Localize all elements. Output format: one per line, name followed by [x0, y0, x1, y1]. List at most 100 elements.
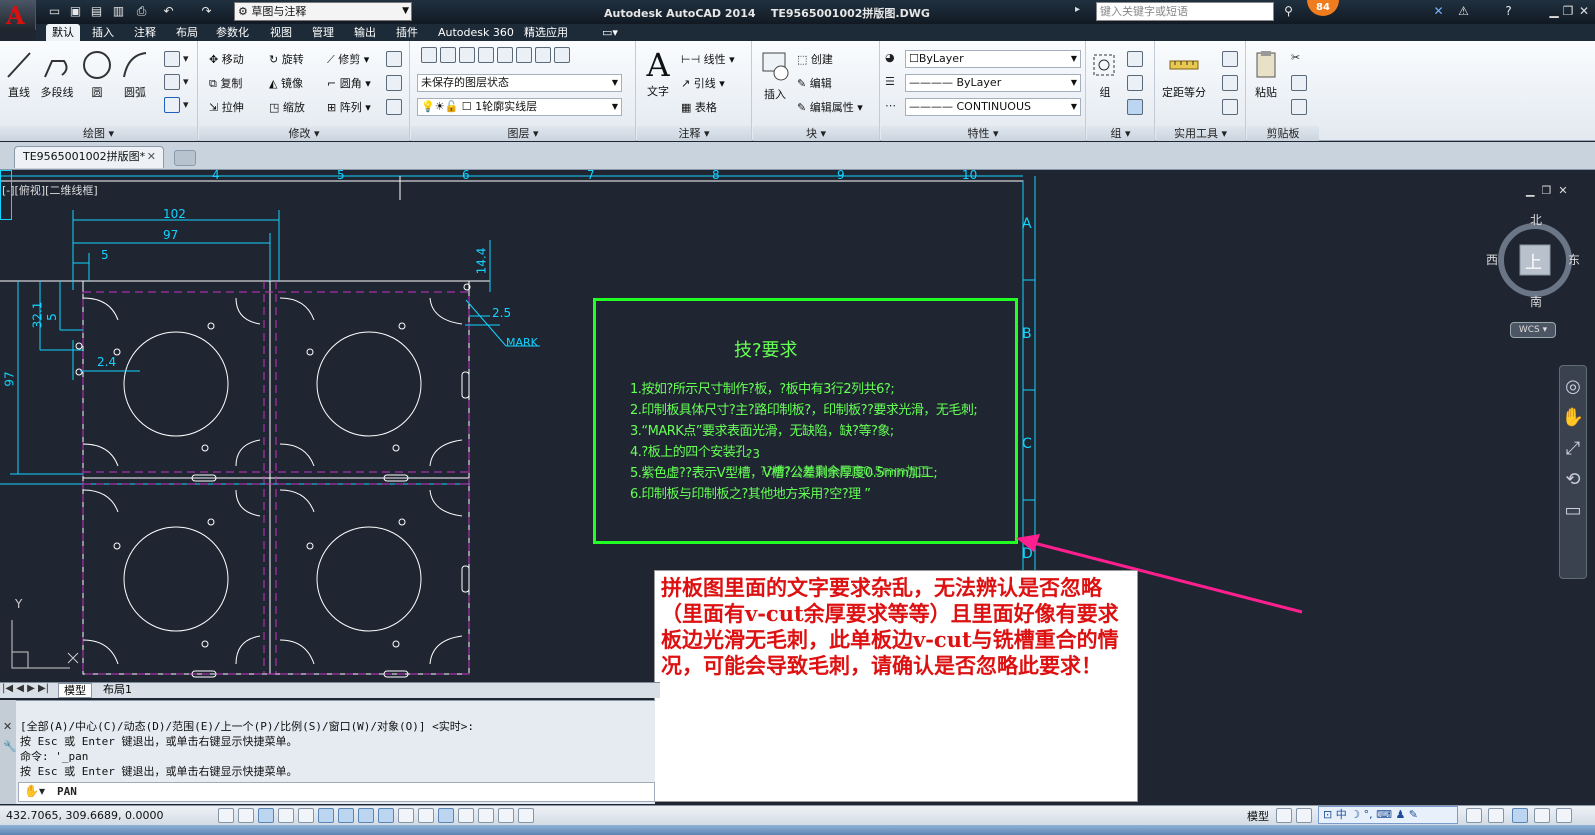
wcs-menu[interactable]: WCS ▾ [1510, 322, 1556, 338]
trim-button[interactable]: ⟋ 修剪 ▾ [327, 51, 369, 67]
tab-layout1[interactable]: 布局1 [98, 683, 137, 698]
viewport-minimize-icon[interactable]: ▁ [1526, 184, 1534, 197]
panel-groups-title[interactable]: 组 ▾ [1087, 126, 1154, 141]
open-file-icon[interactable]: ▣ [67, 3, 84, 20]
tab-view[interactable]: 视图 [264, 24, 298, 41]
explode-icon[interactable] [386, 75, 405, 91]
dynamic-input-icon[interactable] [398, 808, 414, 823]
ribbon-toggle-icon[interactable]: ▭▾ [596, 24, 624, 41]
ortho-mode-icon[interactable] [278, 808, 294, 823]
layer-match-icon[interactable] [516, 47, 532, 63]
plus-icon[interactable] [518, 808, 534, 823]
color-wheel-icon[interactable]: ◕ [885, 51, 895, 64]
lineweight-icon[interactable]: ☰ [885, 75, 895, 88]
erase-icon[interactable] [386, 51, 405, 67]
tab-plugins[interactable]: 插件 [390, 24, 424, 41]
command-window-grip[interactable]: ✕ 🔧 [0, 700, 17, 804]
stretch-button[interactable]: ⇲ 拉伸 [209, 99, 244, 115]
annotation-monitor-icon[interactable] [498, 808, 514, 823]
copy-button[interactable]: ⧉ 复制 [209, 75, 242, 91]
clean-screen-icon[interactable] [1556, 808, 1572, 823]
layer-select[interactable]: 💡☀🔓 ☐ 1轮廓实线层 ▼ [417, 98, 622, 116]
calculator-icon[interactable] [1222, 99, 1241, 115]
help-icon[interactable]: ? [1500, 3, 1517, 20]
workspace-switch-icon[interactable] [1466, 808, 1482, 823]
quick-properties-icon[interactable] [458, 808, 474, 823]
transparency-icon[interactable] [438, 808, 454, 823]
paste-button[interactable]: 粘贴 [1249, 49, 1283, 100]
polyline-button[interactable]: 多段线 [38, 49, 76, 100]
panel-layers-title[interactable]: 图层 ▾ [411, 126, 635, 141]
layer-lock-icon[interactable] [497, 47, 513, 63]
undo-icon[interactable]: ↶ [160, 3, 177, 20]
layer-properties-icon[interactable] [421, 47, 437, 63]
leader-button[interactable]: ↗ 引线 ▾ [681, 75, 725, 91]
group-select-icon[interactable] [1127, 99, 1146, 115]
model-space-toggle[interactable]: 模型 [1247, 808, 1269, 824]
new-tab-button[interactable] [174, 150, 196, 166]
viewcube-top[interactable]: 上 [1525, 248, 1542, 273]
select-all-icon[interactable] [1222, 75, 1241, 91]
linear-dim-button[interactable]: ⊢⊣ 线性 ▾ [681, 51, 735, 67]
save-icon[interactable]: ▤ [88, 3, 105, 20]
layer-off-icon[interactable] [440, 47, 456, 63]
mirror-button[interactable]: ◭ 镜像 [269, 75, 303, 91]
linetype-icon[interactable]: ⋯ [885, 99, 896, 112]
move-button[interactable]: ✥ 移动 [209, 51, 244, 67]
save-as-icon[interactable]: ▥ [110, 3, 127, 20]
offset-icon[interactable] [386, 99, 405, 115]
binoculars-icon[interactable]: ⚲ [1280, 3, 1297, 20]
tab-manage[interactable]: 管理 [306, 24, 340, 41]
pan-hand-icon[interactable]: ✋ [1560, 407, 1586, 428]
edit-block-button[interactable]: ✎ 编辑 [797, 75, 832, 91]
hardware-acceleration-icon[interactable] [1512, 808, 1528, 823]
object-snap-tracking-icon[interactable] [358, 808, 374, 823]
close-window-icon[interactable]: ✕ [1575, 4, 1593, 20]
showmotion-icon[interactable]: ▭ [1560, 500, 1586, 521]
quick-view-layouts-icon[interactable] [1276, 808, 1292, 823]
viewcube-east[interactable]: 东 [1568, 251, 1580, 268]
edit-attributes-button[interactable]: ✎ 编辑属性 ▾ [797, 99, 863, 115]
linetype-select[interactable]: ———— CONTINUOUS ▼ [905, 98, 1081, 116]
grid-display-icon[interactable] [258, 808, 274, 823]
region-icon[interactable]: ▾ [164, 97, 189, 113]
close-tab-icon[interactable]: ✕ [147, 147, 156, 167]
panel-utilities-title[interactable]: 实用工具 ▾ [1156, 126, 1245, 141]
command-input[interactable]: PAN [18, 782, 655, 802]
zoom-extents-icon[interactable]: ⤢ [1560, 438, 1586, 459]
lineweight-toggle-icon[interactable] [418, 808, 434, 823]
infer-constraints-icon[interactable] [218, 808, 234, 823]
wrench-icon[interactable]: 🔧 [3, 740, 17, 753]
tab-parametric[interactable]: 参数化 [210, 24, 255, 41]
close-command-icon[interactable]: ✕ [3, 720, 12, 733]
account-icon[interactable]: ⚠ [1455, 3, 1472, 20]
search-input[interactable]: 键入关键字或短语 [1096, 2, 1274, 21]
orbit-icon[interactable]: ⟲ [1560, 469, 1586, 490]
panel-draw-title[interactable]: 绘图 ▾ [0, 126, 197, 141]
table-button[interactable]: ▦ 表格 [681, 99, 717, 115]
tab-default[interactable]: 默认 [46, 24, 80, 41]
array-button[interactable]: ⊞ 阵列 ▾ [327, 99, 371, 115]
layer-previous-icon[interactable] [554, 47, 570, 63]
exchange-icon[interactable]: ✕ [1430, 3, 1447, 20]
match-properties-icon[interactable] [1291, 99, 1310, 115]
layer-freeze-icon[interactable] [478, 47, 494, 63]
group-button[interactable]: 组 [1089, 49, 1121, 100]
coordinates-readout[interactable]: 432.7065, 309.6689, 0.0000 [6, 809, 163, 822]
arc-button[interactable]: 圆弧 [118, 49, 152, 100]
create-block-button[interactable]: ⬚ 创建 [797, 51, 833, 67]
rectangle-icon[interactable]: ▾ [164, 51, 189, 67]
layer-state-select[interactable]: 未保存的图层状态 ▼ [417, 74, 622, 92]
layer-walk-icon[interactable] [535, 47, 551, 63]
circle-button[interactable]: 圆 [80, 49, 114, 100]
viewport-restore-icon[interactable]: ❐ [1541, 184, 1551, 197]
isolate-objects-icon[interactable] [1534, 808, 1550, 823]
viewcube-north[interactable]: 北 [1530, 211, 1542, 228]
quick-select-icon[interactable] [1222, 51, 1241, 67]
lineweight-select[interactable]: ———— ByLayer ▼ [905, 74, 1081, 92]
panel-annotation-title[interactable]: 注释 ▾ [637, 126, 751, 141]
viewport-close-icon[interactable]: ✕ [1558, 184, 1567, 197]
line-button[interactable]: 直线 [2, 49, 36, 100]
quick-view-drawings-icon[interactable] [1296, 808, 1312, 823]
ungroup-icon[interactable] [1127, 51, 1146, 67]
